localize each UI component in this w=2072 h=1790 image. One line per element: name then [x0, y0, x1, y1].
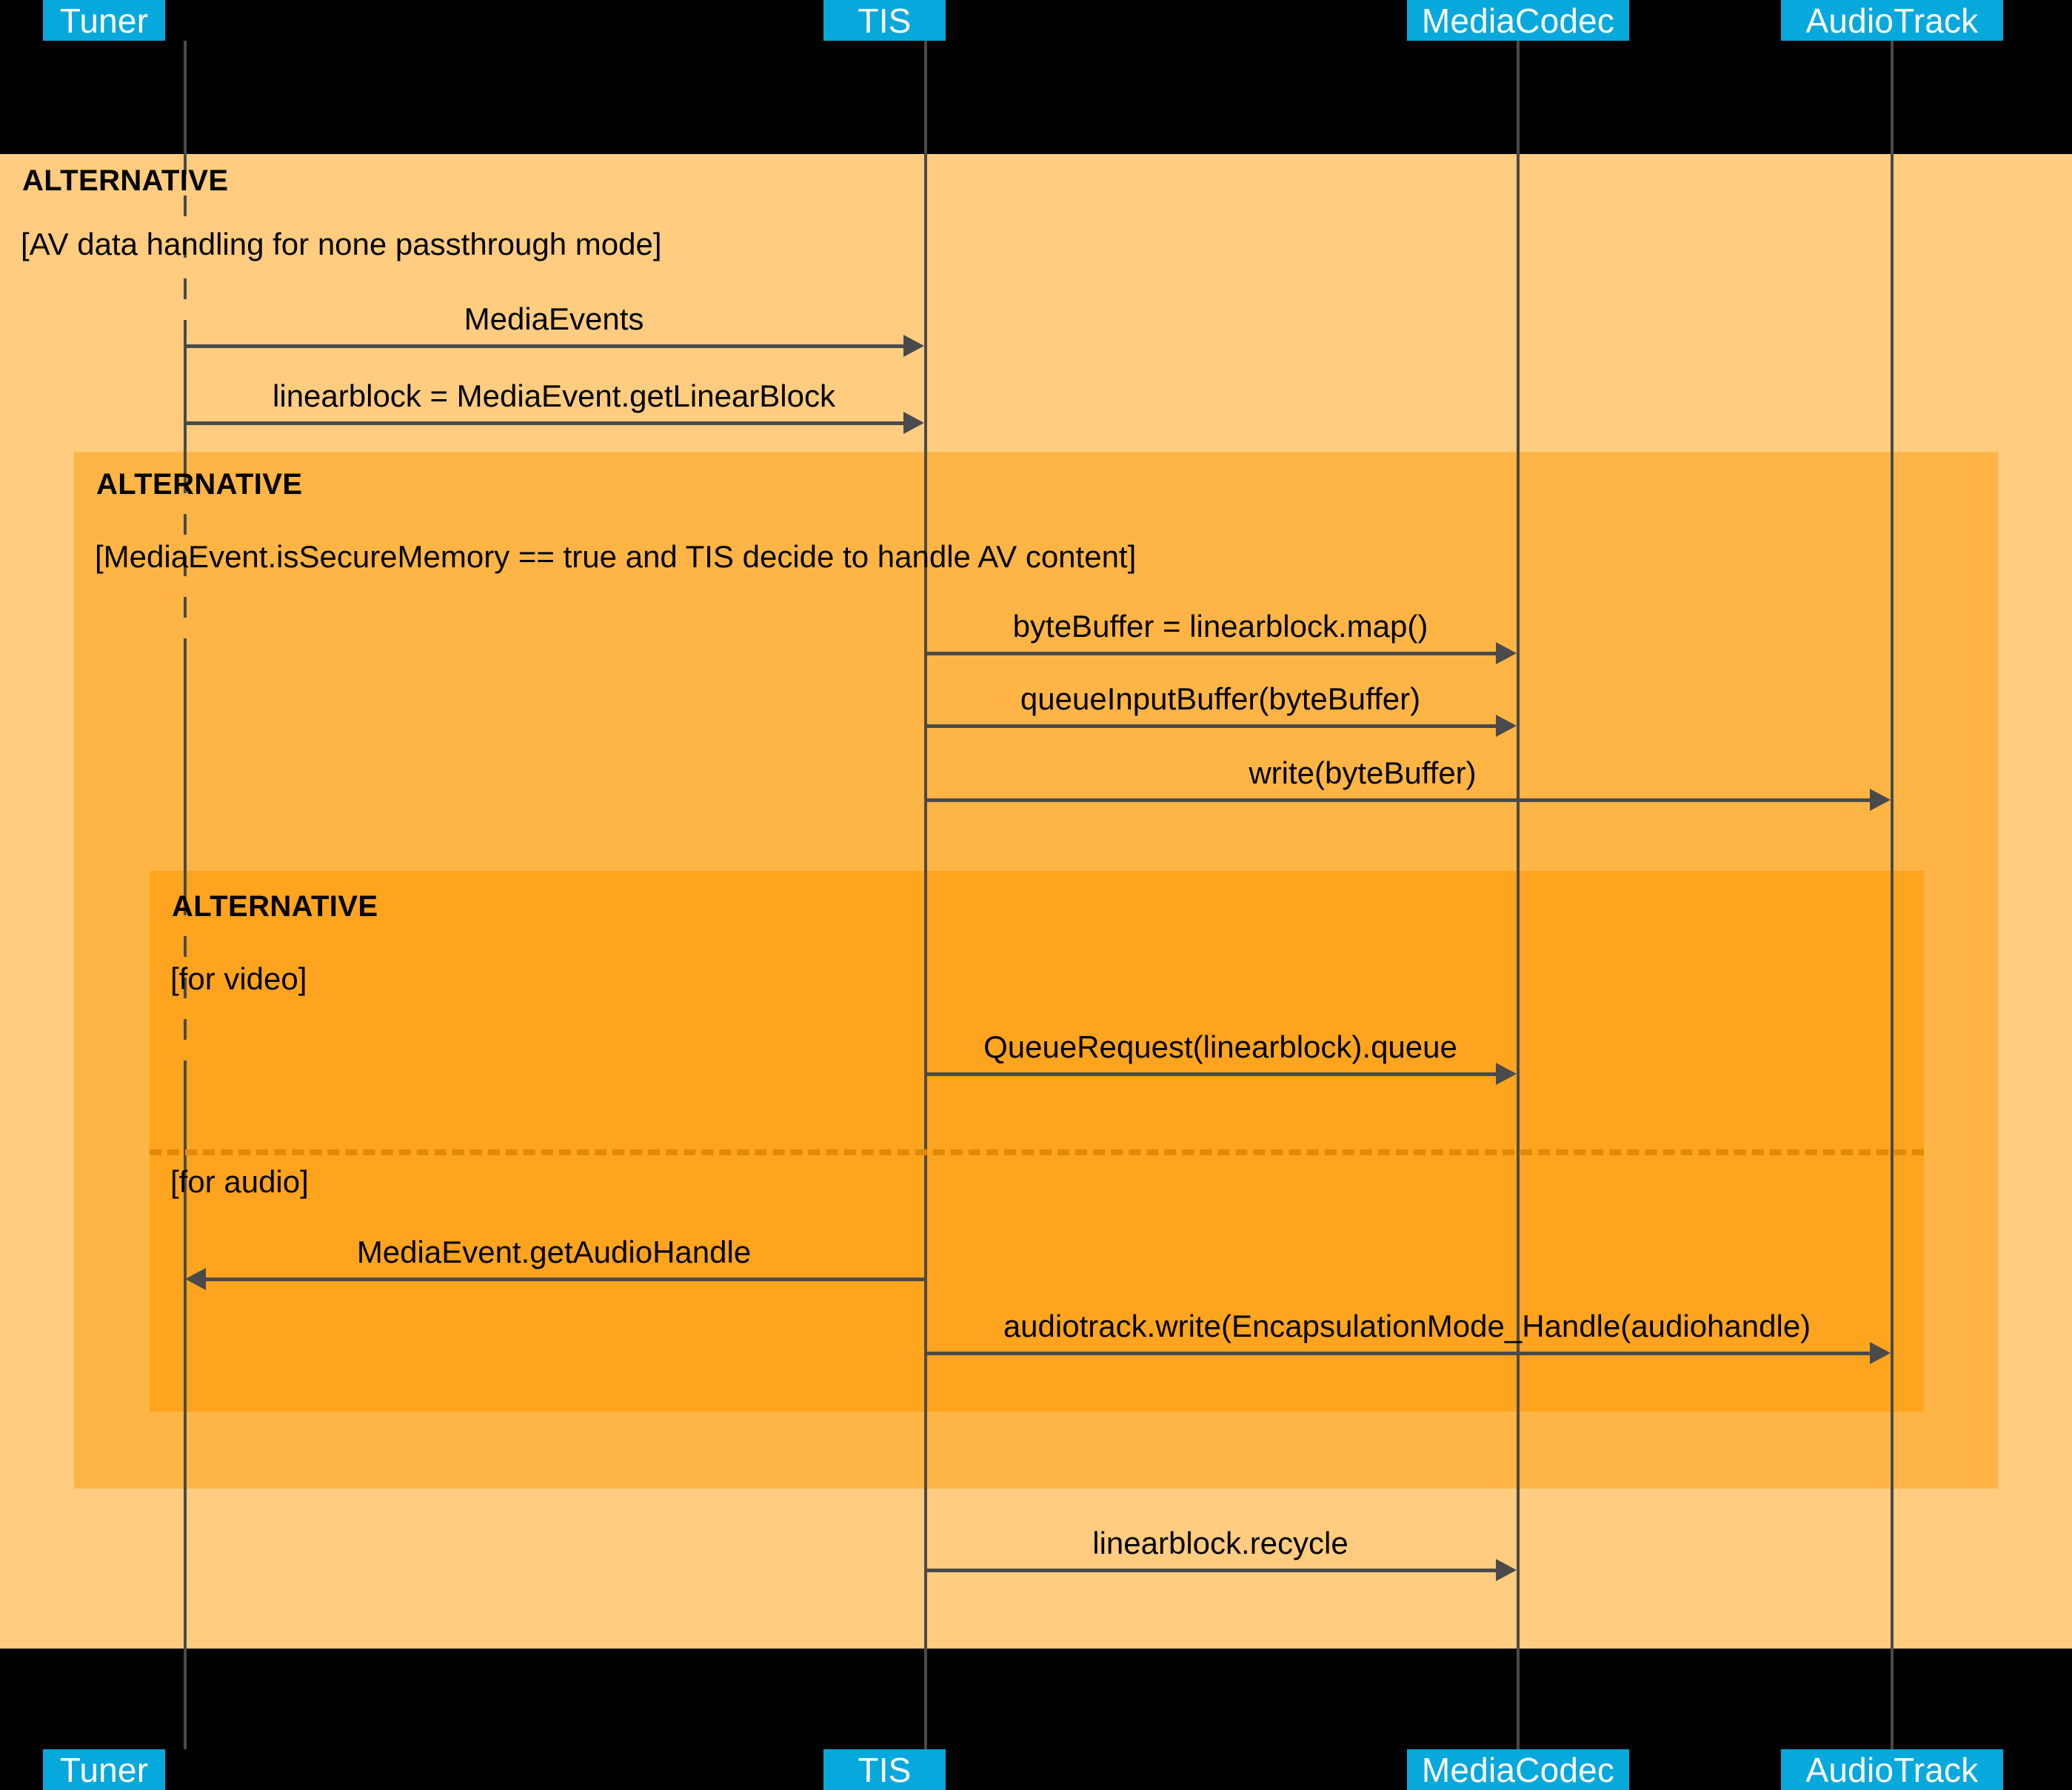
fragment-alt-inner-operator: ALTERNATIVE	[172, 890, 378, 923]
message-label-linearblock-map: byteBuffer = linearblock.map()	[1012, 609, 1428, 644]
message-label-getlinearblock: linearblock = MediaEvent.getLinearBlock	[273, 378, 835, 413]
participant-footer-audiotrack[interactable]: AudioTrack	[1781, 1749, 2003, 1790]
lifeline-tuner-body-2	[184, 643, 187, 895]
message-label-queueinputbuffer: queueInputBuffer(byteBuffer)	[1020, 681, 1421, 716]
message-label-mediaevents: MediaEvents	[464, 301, 644, 336]
participant-label: MediaCodec	[1421, 1, 1615, 40]
participant-label: Tuner	[59, 1750, 149, 1789]
participant-header-audiotrack[interactable]: AudioTrack	[1781, 0, 2003, 41]
lifeline-mediacodec	[1517, 41, 1520, 1749]
message-line-audiotrack-write	[926, 1352, 1876, 1355]
arrowhead-right-icon	[1870, 789, 1891, 811]
message-label-queuerequest: QueueRequest(linearblock).queue	[983, 1029, 1457, 1064]
participant-footer-tis[interactable]: TIS	[823, 1749, 946, 1790]
message-label-getaudiohandle: MediaEvent.getAudioHandle	[356, 1235, 752, 1269]
arrowhead-right-icon	[903, 335, 924, 357]
message-line-queuerequest	[926, 1072, 1502, 1076]
message-line-mediaevents	[185, 344, 909, 348]
participant-label: MediaCodec	[1421, 1750, 1615, 1789]
fragment-alt-inner-divider	[150, 1149, 1924, 1155]
participant-label: Tuner	[59, 1, 149, 40]
message-line-linearblock-recycle	[926, 1569, 1502, 1572]
lifeline-tis	[924, 41, 927, 1749]
arrowhead-right-icon	[1496, 642, 1517, 664]
message-line-getlinearblock	[185, 421, 909, 425]
arrowhead-right-icon	[1496, 715, 1517, 737]
arrowhead-right-icon	[1496, 1559, 1517, 1581]
lifeline-audiotrack	[1891, 41, 1894, 1749]
participant-label: AudioTrack	[1805, 1, 1979, 40]
message-line-queueinputbuffer	[926, 724, 1502, 728]
fragment-alt-middle-guard: [MediaEvent.isSecureMemory == true and T…	[95, 539, 1137, 574]
message-label-write-bytebuffer: write(byteBuffer)	[1249, 755, 1477, 790]
fragment-alt-outer-guard: [AV data handling for none passthrough m…	[21, 227, 662, 261]
message-line-write-bytebuffer	[926, 798, 1876, 802]
participant-label: TIS	[858, 1, 912, 40]
participant-label: AudioTrack	[1805, 1750, 1979, 1789]
message-label-linearblock-recycle: linearblock.recycle	[1092, 1526, 1349, 1560]
arrowhead-right-icon	[903, 412, 924, 434]
message-label-audiotrack-write: audiotrack.write(EncapsulationMode_Handl…	[1003, 1309, 1811, 1343]
lifeline-tuner-head	[184, 41, 187, 154]
participant-header-mediacodec[interactable]: MediaCodec	[1407, 0, 1629, 41]
fragment-alt-middle-operator: ALTERNATIVE	[96, 468, 303, 501]
participant-header-tis[interactable]: TIS	[823, 0, 946, 41]
fragment-alt-inner-guard-video: [for video]	[170, 961, 307, 996]
participant-label: TIS	[858, 1750, 912, 1789]
arrowhead-right-icon	[1496, 1063, 1517, 1085]
message-line-getaudiohandle	[206, 1278, 926, 1281]
fragment-alt-outer-operator: ALTERNATIVE	[22, 164, 229, 197]
message-line-linearblock-map	[926, 652, 1502, 655]
participant-footer-tuner[interactable]: Tuner	[43, 1749, 165, 1790]
participant-header-tuner[interactable]: Tuner	[43, 0, 165, 41]
sequence-diagram-canvas: Tuner TIS MediaCodec AudioTrack Tuner TI…	[0, 0, 2072, 1790]
fragment-alt-inner-guard-audio: [for audio]	[170, 1164, 309, 1199]
participant-footer-mediacodec[interactable]: MediaCodec	[1407, 1749, 1629, 1790]
arrowhead-right-icon	[1870, 1342, 1891, 1364]
arrowhead-left-icon	[185, 1268, 206, 1290]
